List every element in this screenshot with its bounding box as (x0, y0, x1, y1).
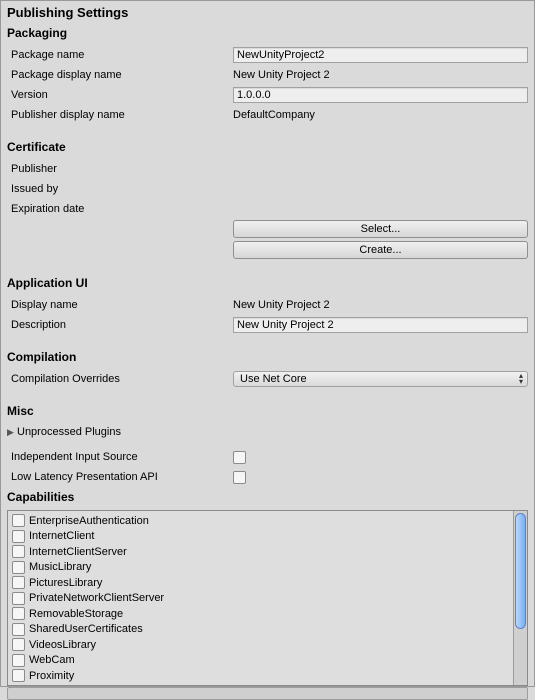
section-misc-title: Misc (7, 404, 528, 418)
section-capabilities-title: Capabilities (7, 490, 528, 504)
capability-label: Proximity (29, 670, 74, 682)
capability-label: InternetClientServer (29, 546, 127, 558)
version-field[interactable] (233, 87, 528, 103)
capability-label: WebCam (29, 654, 75, 666)
capability-item: SharedUserCertificates (12, 622, 511, 638)
appui-description-label: Description (7, 319, 233, 331)
capability-item: InternetClientServer (12, 544, 511, 560)
capability-checkbox[interactable] (12, 623, 25, 636)
compilation-overrides-dropdown[interactable]: Use Net Core ▴▾ (233, 371, 528, 387)
capability-label: RemovableStorage (29, 608, 123, 620)
dropdown-arrows-icon: ▴▾ (519, 373, 523, 385)
capability-checkbox[interactable] (12, 669, 25, 682)
panel-title: Publishing Settings (7, 5, 528, 20)
capability-checkbox[interactable] (12, 592, 25, 605)
capabilities-scrollbar[interactable] (513, 511, 527, 685)
capability-label: SharedUserCertificates (29, 623, 143, 635)
capability-item: PrivateNetworkClientServer (12, 591, 511, 607)
capability-label: MusicLibrary (29, 561, 91, 573)
unprocessed-plugins-foldout[interactable]: ▶ Unprocessed Plugins (7, 424, 528, 440)
cert-expiration-label: Expiration date (7, 203, 233, 215)
section-compilation-title: Compilation (7, 350, 528, 364)
capability-label: PicturesLibrary (29, 577, 102, 589)
version-label: Version (7, 89, 233, 101)
capability-checkbox[interactable] (12, 514, 25, 527)
compilation-overrides-label: Compilation Overrides (7, 373, 233, 385)
capability-checkbox[interactable] (12, 638, 25, 651)
package-display-name-value: New Unity Project 2 (233, 69, 528, 81)
capability-checkbox[interactable] (12, 654, 25, 667)
capabilities-scrollbar-horizontal[interactable] (7, 687, 528, 700)
capability-checkbox[interactable] (12, 607, 25, 620)
appui-description-field[interactable] (233, 317, 528, 333)
low-latency-checkbox[interactable] (233, 471, 246, 484)
capability-item: WebCam (12, 653, 511, 669)
capability-item: EnterpriseAuthentication (12, 513, 511, 529)
publisher-display-name-value: DefaultCompany (233, 109, 528, 121)
capability-checkbox[interactable] (12, 561, 25, 574)
certificate-create-button[interactable]: Create... (233, 241, 528, 259)
scrollbar-thumb[interactable] (515, 513, 526, 629)
section-appui-title: Application UI (7, 276, 528, 290)
section-certificate-title: Certificate (7, 140, 528, 154)
publishing-settings-panel: Publishing Settings Packaging Package na… (0, 0, 535, 687)
capability-checkbox[interactable] (12, 545, 25, 558)
capabilities-list-container: EnterpriseAuthentication InternetClient In… (7, 510, 528, 686)
package-name-label: Package name (7, 49, 233, 61)
cert-issued-by-label: Issued by (7, 183, 233, 195)
package-name-field[interactable] (233, 47, 528, 63)
package-display-name-label: Package display name (7, 69, 233, 81)
capability-item: VideosLibrary (12, 637, 511, 653)
independent-input-checkbox[interactable] (233, 451, 246, 464)
capability-item: PicturesLibrary (12, 575, 511, 591)
capability-item: MusicLibrary (12, 560, 511, 576)
capability-item: InternetClient (12, 529, 511, 545)
low-latency-label: Low Latency Presentation API (7, 471, 233, 483)
capability-label: VideosLibrary (29, 639, 96, 651)
certificate-select-button[interactable]: Select... (233, 220, 528, 238)
unprocessed-plugins-label: Unprocessed Plugins (17, 426, 121, 438)
capability-item: RemovableStorage (12, 606, 511, 622)
capability-checkbox[interactable] (12, 576, 25, 589)
foldout-triangle-icon: ▶ (7, 428, 17, 437)
capability-label: InternetClient (29, 530, 94, 542)
publisher-display-name-label: Publisher display name (7, 109, 233, 121)
capability-checkbox[interactable] (12, 530, 25, 543)
capability-label: PrivateNetworkClientServer (29, 592, 164, 604)
independent-input-label: Independent Input Source (7, 451, 233, 463)
capabilities-list: EnterpriseAuthentication InternetClient In… (8, 511, 513, 685)
cert-publisher-label: Publisher (7, 163, 233, 175)
compilation-overrides-value: Use Net Core (240, 373, 307, 385)
appui-display-name-value: New Unity Project 2 (233, 299, 528, 311)
section-packaging-title: Packaging (7, 26, 528, 40)
appui-display-name-label: Display name (7, 299, 233, 311)
capability-item: Proximity (12, 668, 511, 684)
capability-label: EnterpriseAuthentication (29, 515, 149, 527)
